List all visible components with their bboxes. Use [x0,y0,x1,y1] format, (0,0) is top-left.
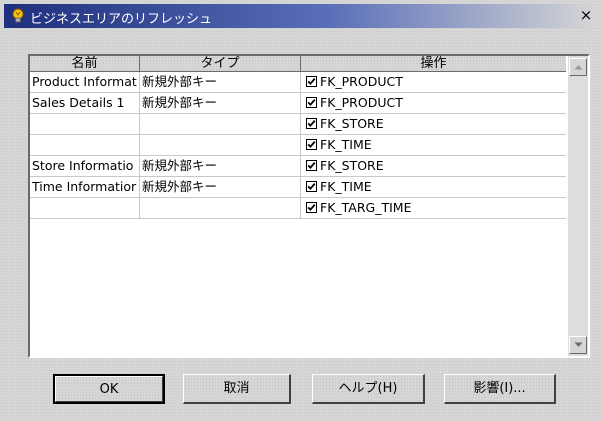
cancel-button[interactable]: 取消 [183,374,291,404]
cell-type: 新規外部キー [140,156,301,177]
action-checkbox[interactable] [306,160,317,171]
grid-rows: Product Informat 新規外部キー FK_PRODUCT Sales De… [30,72,566,219]
cell-type: 新規外部キー [140,72,301,93]
action-label: FK_STORE [320,158,384,173]
cell-action: FK_TIME [301,177,566,198]
checkmark-icon [307,99,316,107]
action-checkbox[interactable] [306,139,317,150]
cell-name [30,135,140,156]
table-row[interactable]: FK_TIME [30,135,566,156]
cell-action: FK_PRODUCT [301,72,566,93]
cell-action: FK_TARG_TIME [301,198,566,219]
column-header-action[interactable]: 操作 [301,56,566,72]
title-bar[interactable]: ビジネスエリアのリフレッシュ × [4,4,597,28]
action-label: FK_TARG_TIME [320,200,412,215]
scroll-down-button[interactable] [569,336,587,354]
grid-header: 名前 タイプ 操作 [30,56,566,72]
action-checkbox[interactable] [306,97,317,108]
table-row[interactable]: Store Informatio 新規外部キー FK_STORE [30,156,566,177]
app-bulb-icon [10,8,26,24]
table-row[interactable]: Sales Details 1 新規外部キー FK_PRODUCT [30,93,566,114]
checkmark-icon [307,141,316,149]
cell-name: Sales Details 1 [30,93,140,114]
action-checkbox[interactable] [306,76,317,87]
action-checkbox[interactable] [306,181,317,192]
column-header-name[interactable]: 名前 [30,56,140,72]
ok-button-label: OK [55,376,163,402]
refresh-grid: 名前 タイプ 操作 Product Informat 新規外部キー FK_PRODU… [28,54,590,358]
close-button[interactable]: × [577,6,595,24]
scroll-up-button[interactable] [569,58,587,76]
cell-name [30,198,140,219]
table-row[interactable]: FK_TARG_TIME [30,198,566,219]
cell-type [140,198,301,219]
help-button[interactable]: ヘルプ(H) [312,374,425,404]
cell-name: Store Informatio [30,156,140,177]
action-checkbox[interactable] [306,118,317,129]
window-title: ビジネスエリアのリフレッシュ [30,12,213,27]
cell-name: Product Informat [30,72,140,93]
dialog-window: ビジネスエリアのリフレッシュ × 名前 タイプ 操作 Product Infor… [0,0,601,421]
action-checkbox[interactable] [306,202,317,213]
table-row[interactable]: FK_STORE [30,114,566,135]
cell-name: Time Informatior [30,177,140,198]
column-header-type[interactable]: タイプ [140,56,301,72]
cell-type: 新規外部キー [140,177,301,198]
cell-action: FK_STORE [301,114,566,135]
cell-action: FK_TIME [301,135,566,156]
vertical-scrollbar[interactable] [568,56,588,356]
cell-type [140,114,301,135]
action-label: FK_PRODUCT [320,95,403,110]
checkmark-icon [307,183,316,191]
cell-type [140,135,301,156]
checkmark-icon [307,78,316,86]
cell-type: 新規外部キー [140,93,301,114]
impact-button[interactable]: 影響(I)... [444,374,556,404]
table-row[interactable]: Product Informat 新規外部キー FK_PRODUCT [30,72,566,93]
cell-action: FK_STORE [301,156,566,177]
action-label: FK_TIME [320,137,372,152]
action-label: FK_STORE [320,116,384,131]
checkmark-icon [307,162,316,170]
cell-name [30,114,140,135]
action-label: FK_TIME [320,179,372,194]
cell-action: FK_PRODUCT [301,93,566,114]
checkmark-icon [307,120,316,128]
table-row[interactable]: Time Informatior 新規外部キー FK_TIME [30,177,566,198]
action-label: FK_PRODUCT [320,74,403,89]
ok-button[interactable]: OK [53,374,165,404]
checkmark-icon [307,204,316,212]
